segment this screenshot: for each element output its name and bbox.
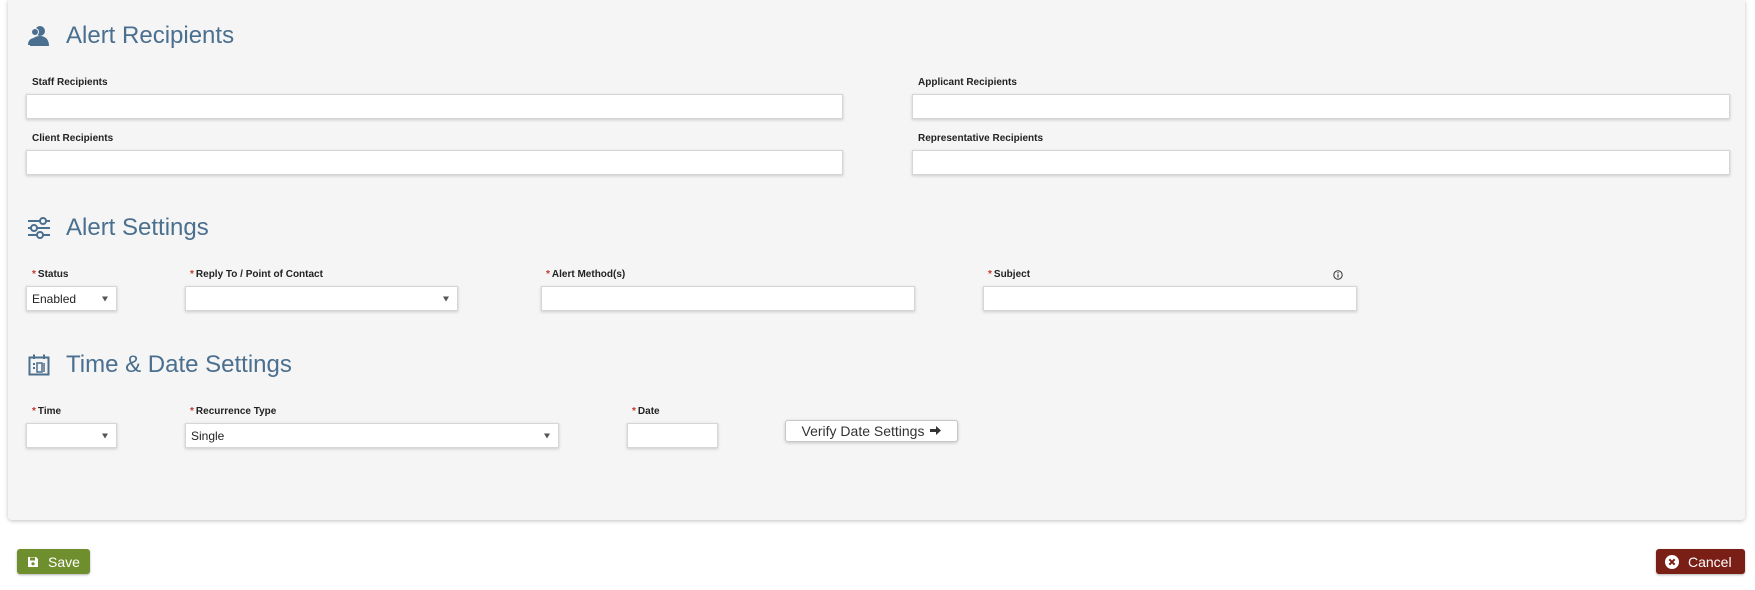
verify-date-settings-button[interactable]: Verify Date Settings <box>785 420 958 442</box>
applicant-recipients-label: Applicant Recipients <box>918 77 1017 88</box>
recurrence-type-label: * Recurrence Type <box>190 406 277 417</box>
users-icon <box>26 23 52 49</box>
status-label: * Status <box>32 269 69 280</box>
arrow-right-icon <box>930 424 942 438</box>
staff-recipients-label: Staff Recipients <box>32 77 108 88</box>
applicant-recipients-input[interactable] <box>912 94 1730 119</box>
time-label: * Time <box>32 406 62 417</box>
representative-recipients-label: Representative Recipients <box>918 133 1044 144</box>
alert-recipients-title: Alert Recipients <box>66 22 235 49</box>
cancel-button[interactable]: Cancel <box>1656 549 1745 574</box>
alert-methods-label: * Alert Method(s) <box>546 269 626 280</box>
alert-settings-title: Alert Settings <box>66 214 209 241</box>
time-date-heading: Time & Date Settings <box>26 351 292 379</box>
required-marker: * <box>32 269 36 280</box>
chevron-down-icon <box>443 296 449 301</box>
save-button[interactable]: Save <box>17 549 90 574</box>
required-marker: * <box>190 269 194 280</box>
sliders-icon <box>26 215 52 241</box>
alert-recipients-heading: Alert Recipients <box>26 22 234 50</box>
representative-recipients-input[interactable] <box>912 150 1730 175</box>
reply-to-label: * Reply To / Point of Contact <box>190 269 323 280</box>
required-marker: * <box>32 406 36 417</box>
status-value: Enabled <box>32 291 77 306</box>
chevron-down-icon <box>102 296 108 301</box>
status-select[interactable]: Enabled <box>26 286 117 311</box>
staff-recipients-input[interactable] <box>26 94 843 119</box>
calendar-icon <box>26 352 52 378</box>
subject-label: * Subject <box>988 269 1031 280</box>
required-marker: * <box>988 269 992 280</box>
recurrence-type-value: Single <box>191 428 225 443</box>
subject-input[interactable] <box>983 286 1357 311</box>
date-label: * Date <box>632 406 660 417</box>
floppy-disk-icon <box>27 556 39 568</box>
client-recipients-input[interactable] <box>26 150 843 175</box>
close-circle-icon <box>1665 554 1679 569</box>
reply-to-select[interactable] <box>185 286 458 311</box>
time-select[interactable] <box>26 423 117 448</box>
required-marker: * <box>190 406 194 417</box>
time-date-title: Time & Date Settings <box>66 351 292 378</box>
alert-settings-heading: Alert Settings <box>26 214 209 242</box>
save-label: Save <box>48 553 80 570</box>
required-marker: * <box>632 406 636 417</box>
date-input[interactable] <box>627 423 718 448</box>
alert-methods-input[interactable] <box>541 286 915 311</box>
cancel-label: Cancel <box>1688 553 1732 570</box>
recurrence-type-select[interactable]: Single <box>185 423 559 448</box>
chevron-down-icon <box>544 433 550 438</box>
chevron-down-icon <box>102 433 108 438</box>
verify-date-settings-label: Verify Date Settings <box>801 423 925 439</box>
info-icon[interactable] <box>1333 270 1343 280</box>
required-marker: * <box>546 269 550 280</box>
client-recipients-label: Client Recipients <box>32 133 114 144</box>
